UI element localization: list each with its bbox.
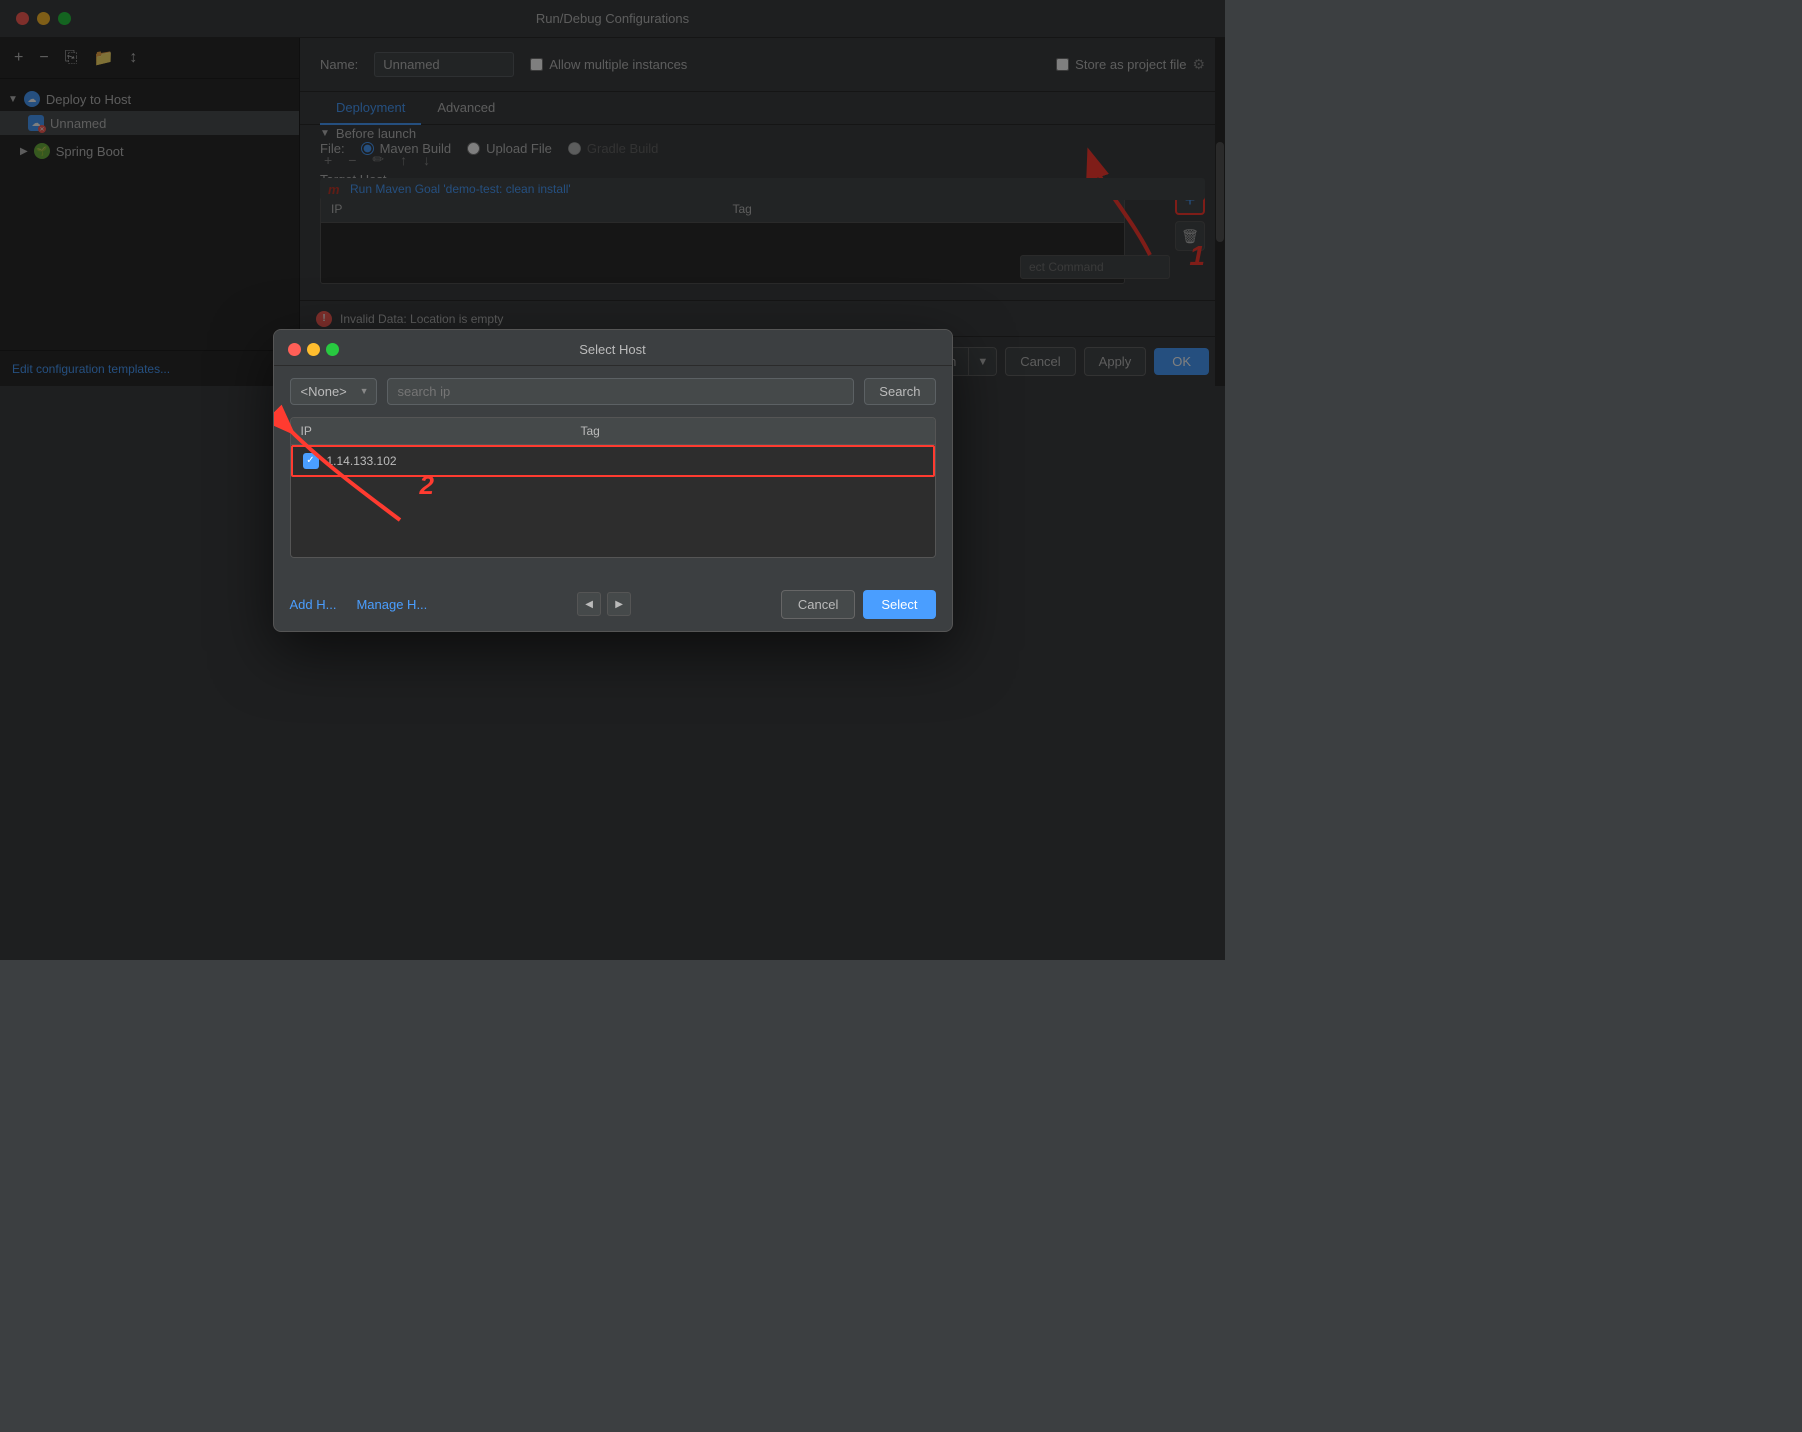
dialog-traffic-lights — [288, 343, 339, 356]
dialog-title-bar: Select Host — [274, 330, 952, 366]
dialog-body: <None> Search IP Tag ✓ 1.14.133 — [274, 366, 952, 582]
add-host-link[interactable]: Add H... — [290, 597, 337, 612]
manage-host-link[interactable]: Manage H... — [356, 597, 427, 612]
dialog-select-button[interactable]: Select — [863, 590, 935, 619]
dialog-cell-tag — [573, 455, 933, 467]
dialog-minimize-button[interactable] — [307, 343, 320, 356]
dialog-cancel-button[interactable]: Cancel — [781, 590, 855, 619]
dialog-table: IP Tag ✓ 1.14.133.102 — [290, 417, 936, 558]
dialog-th-ip: IP — [291, 418, 571, 444]
search-ip-input[interactable] — [387, 378, 855, 405]
search-button[interactable]: Search — [864, 378, 935, 405]
dialog-maximize-button[interactable] — [326, 343, 339, 356]
dialog-th-tag: Tag — [571, 418, 935, 444]
dialog-table-row[interactable]: ✓ 1.14.133.102 — [291, 445, 935, 477]
dialog-empty-space — [291, 477, 935, 557]
ip-value: 1.14.133.102 — [327, 454, 397, 468]
prev-page-button[interactable]: ◀ — [577, 592, 601, 616]
dialog-table-body: ✓ 1.14.133.102 — [291, 445, 935, 557]
dialog-search-row: <None> Search — [290, 378, 936, 405]
select-host-dialog: Select Host <None> Search IP Tag — [273, 329, 953, 632]
dialog-pagination: ◀ ▶ — [577, 592, 631, 616]
modal-overlay: Select Host <None> Search IP Tag — [0, 0, 1225, 960]
dialog-close-button[interactable] — [288, 343, 301, 356]
dialog-title: Select Host — [290, 342, 936, 357]
dialog-footer-left: Add H... Manage H... — [290, 597, 428, 612]
ip-checkbox[interactable]: ✓ — [303, 453, 319, 469]
next-page-button[interactable]: ▶ — [607, 592, 631, 616]
filter-dropdown-wrapper: <None> — [290, 378, 377, 405]
dialog-footer: Add H... Manage H... ◀ ▶ Cancel Select — [274, 582, 952, 631]
dialog-cell-ip: ✓ 1.14.133.102 — [293, 447, 573, 475]
dialog-footer-right: Cancel Select — [781, 590, 936, 619]
dialog-table-header: IP Tag — [291, 418, 935, 445]
filter-dropdown[interactable]: <None> — [290, 378, 377, 405]
